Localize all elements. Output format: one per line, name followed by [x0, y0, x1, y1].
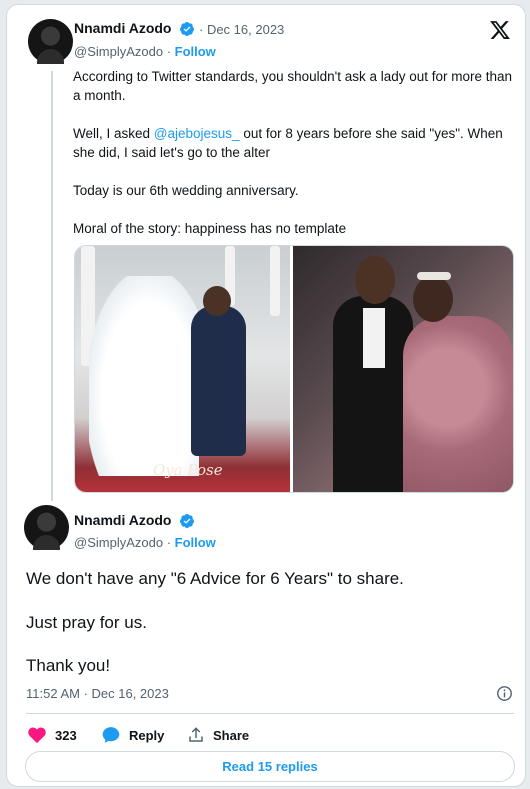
reply-text-line: Thank you!	[26, 656, 111, 675]
author-name[interactable]: Nnamdi Azodo	[74, 512, 171, 528]
tweet-date[interactable]: · Dec 16, 2023	[199, 22, 284, 37]
tweet-timestamp[interactable]: 11:52 AM · Dec 16, 2023	[26, 686, 169, 701]
info-icon[interactable]	[496, 685, 513, 702]
reply-label: Reply	[129, 727, 165, 743]
reply-bubble-icon	[102, 727, 120, 743]
like-count: 323	[55, 727, 77, 743]
thread-connector-line	[51, 71, 53, 501]
like-button[interactable]: 323	[27, 725, 77, 745]
x-logo-icon[interactable]	[489, 19, 511, 41]
author-name[interactable]: Nnamdi Azodo	[74, 20, 171, 36]
verified-badge-icon	[180, 22, 194, 36]
tweet-card: Nnamdi Azodo · Dec 16, 2023 @SimplyAzodo…	[6, 4, 526, 787]
reply-button[interactable]: Reply	[101, 725, 164, 745]
avatar[interactable]	[28, 19, 73, 64]
tweet-paragraph: Moral of the story: happiness has no tem…	[73, 221, 347, 236]
mention-link[interactable]: @ajebojesus_	[154, 126, 240, 141]
share-button[interactable]: Share	[187, 725, 249, 745]
separator: ·	[163, 44, 175, 59]
share-icon	[189, 727, 203, 742]
author-handle[interactable]: @SimplyAzodo	[74, 535, 163, 550]
tweet-paragraph: Well, I asked @ajebojesus_ out for 8 yea…	[73, 124, 513, 162]
follow-button[interactable]: Follow	[175, 535, 216, 550]
tweet-paragraph: Today is our 6th wedding anniversary.	[73, 183, 299, 198]
share-label: Share	[213, 727, 250, 743]
follow-button[interactable]: Follow	[175, 44, 216, 59]
tweet-paragraph: According to Twitter standards, you shou…	[73, 69, 513, 103]
paragraph-text: Well, I asked	[73, 126, 154, 141]
reply-text-line: Just pray for us.	[26, 613, 147, 632]
reply-text-line: We don't have any "6 Advice for 6 Years"…	[26, 569, 404, 588]
wedding-photo-couple[interactable]	[293, 246, 513, 492]
verified-badge-icon	[180, 514, 194, 528]
avatar[interactable]	[24, 505, 69, 550]
divider	[26, 713, 514, 714]
handle-line: @SimplyAzodo · Follow	[74, 535, 216, 550]
separator: ·	[163, 535, 175, 550]
heart-icon	[28, 727, 46, 744]
photo-watermark: Oya Pose	[153, 461, 223, 479]
handle-line: @SimplyAzodo · Follow	[74, 44, 216, 59]
author-handle[interactable]: @SimplyAzodo	[74, 44, 163, 59]
read-replies-button[interactable]: Read 15 replies	[25, 751, 515, 782]
tweet-text: According to Twitter standards, you shou…	[73, 67, 513, 257]
wedding-photo-kneeling[interactable]: Oya Pose	[75, 246, 294, 492]
media-grid: Oya Pose	[74, 245, 514, 493]
